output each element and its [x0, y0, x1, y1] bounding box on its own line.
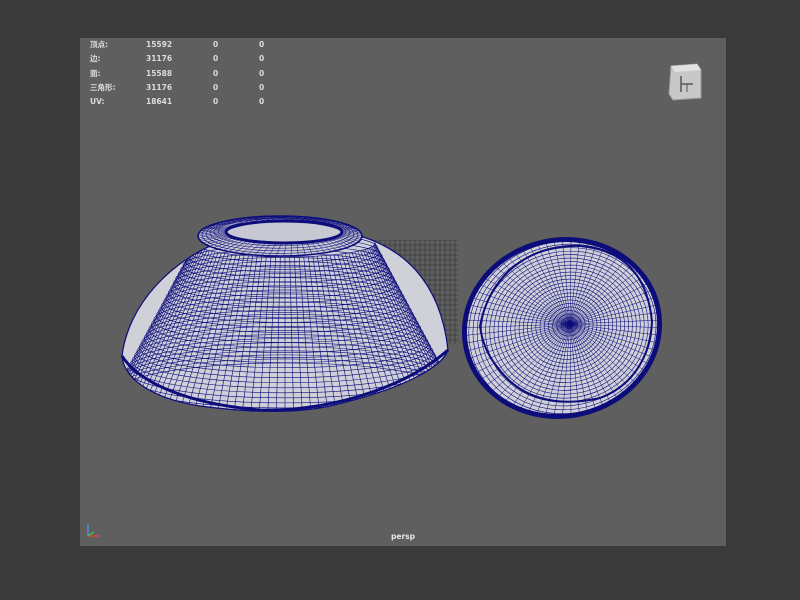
bowl-mesh-right[interactable]	[448, 222, 681, 436]
scene-canvas[interactable]	[80, 38, 726, 546]
view-cube-icon[interactable]	[667, 60, 703, 102]
bowl-mesh-left[interactable]	[115, 215, 455, 423]
perspective-viewport[interactable]: 顶点: 15592 0 0 边: 31176 0 0 面: 15588 0 0 …	[80, 38, 726, 546]
camera-name-label: persp	[391, 532, 415, 541]
